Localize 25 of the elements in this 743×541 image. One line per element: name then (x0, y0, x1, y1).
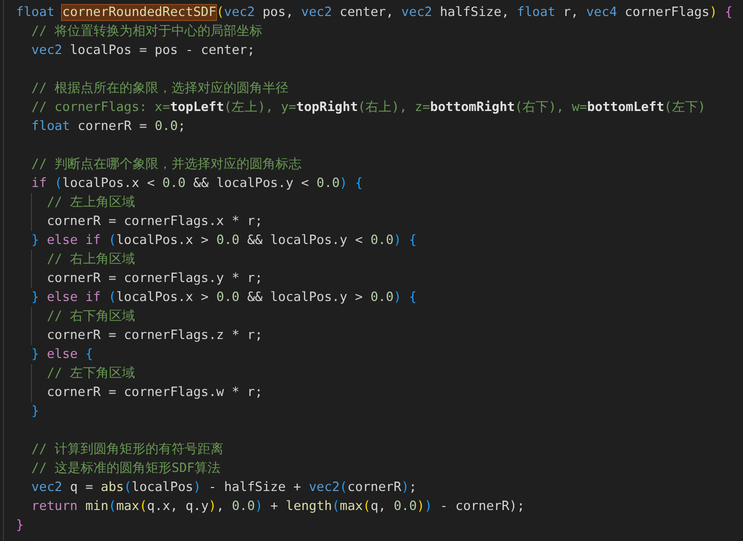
code-line: // 计算到圆角矩形的有符号距离 (31, 441, 224, 459)
code-line: // 左上角区域 (46, 194, 135, 212)
code-line: if (localPos.x < 0.0 && localPos.y < 0.0) { (31, 175, 363, 193)
code-line: cornerR = cornerFlags.x * r; (46, 213, 263, 231)
code-line: float cornerRoundedRectSDF(vec2 pos, vec2 center, vec2 halfSize, float r, vec4 cornerFlags) { (16, 4, 733, 22)
code-line: cornerR = cornerFlags.y * r; (46, 270, 263, 288)
code-line: } (16, 517, 24, 535)
code-line: vec2 q = abs(localPos) - halfSize + vec2(cornerR); (31, 479, 417, 497)
code-line: return min(max(q.x, q.y), 0.0) + length(max(q, 0.0)) - cornerR); (31, 498, 525, 516)
code-line: } (31, 403, 40, 421)
code-line: // 右上角区域 (46, 251, 135, 269)
code-line: } else if (localPos.x > 0.0 && localPos.y > 0.0) { (31, 289, 417, 307)
code-line: // 将位置转换为相对于中心的局部坐标 (31, 23, 263, 41)
code-line: float cornerR = 0.0; (31, 118, 186, 136)
code-line: } else { (31, 346, 94, 364)
code-line: cornerR = cornerFlags.z * r; (46, 327, 263, 345)
code-line: // 根据点所在的象限，选择对应的圆角半径 (31, 80, 289, 98)
code-line: } else if (localPos.x > 0.0 && localPos.y < 0.0) { (31, 232, 417, 250)
code-line: cornerR = cornerFlags.w * r; (46, 384, 263, 402)
code-line: // 判断点在哪个象限，并选择对应的圆角标志 (31, 156, 302, 174)
code-line: // 这是标准的圆角矩形SDF算法 (31, 460, 221, 478)
code-line: // 右下角区域 (46, 308, 135, 326)
code-line: // 左下角区域 (46, 365, 135, 383)
code-line: // cornerFlags: x=topLeft(左上), y=topRight(右上), z=bottomRight(右下), w=bottomLeft(左下) (31, 99, 706, 117)
code-line: vec2 localPos = pos - center; (31, 42, 255, 60)
